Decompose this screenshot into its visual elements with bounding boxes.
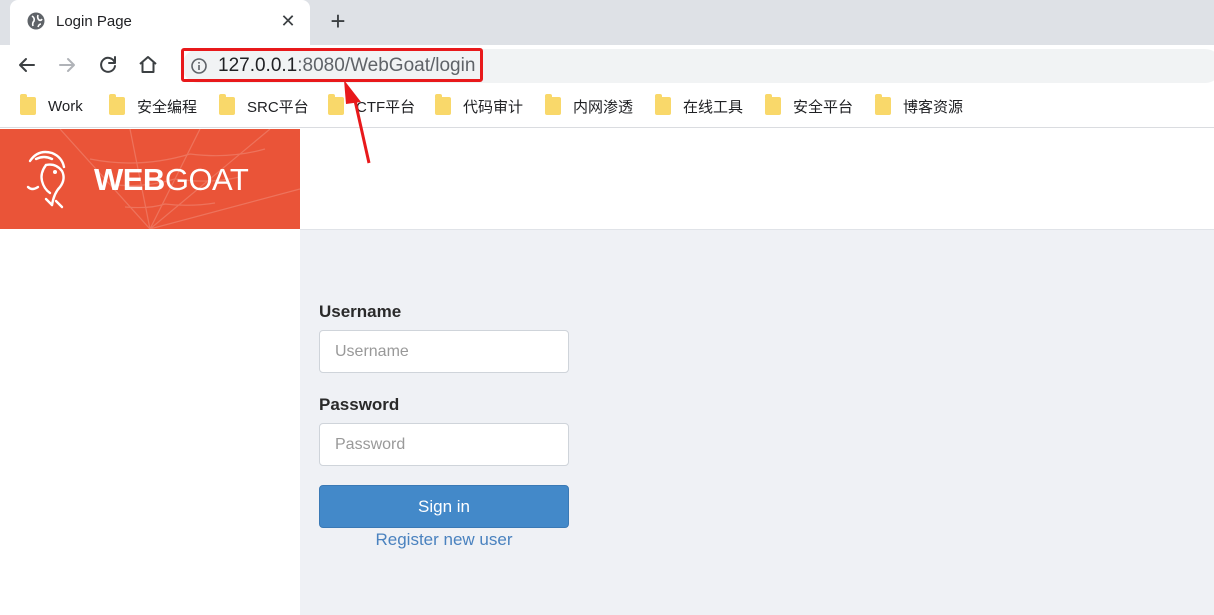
register-link[interactable]: Register new user (319, 530, 569, 550)
folder-icon (655, 94, 671, 115)
folder-icon (435, 94, 451, 115)
forward-arrow-icon[interactable] (55, 53, 79, 77)
back-arrow-icon[interactable] (15, 53, 39, 77)
folder-icon (219, 94, 235, 115)
password-input[interactable] (319, 423, 569, 466)
new-tab-button[interactable]: + (326, 8, 350, 36)
bookmark-label: 博客资源 (903, 98, 964, 116)
bookmark-online-tools[interactable]: 在线工具 (655, 94, 744, 117)
tab-title: Login Page (56, 13, 132, 30)
bookmark-label: 内网渗透 (573, 98, 634, 116)
url-highlight-box (181, 48, 483, 82)
folder-icon (328, 94, 344, 115)
tab-login-page[interactable]: Login Page ✕ (10, 0, 310, 45)
folder-icon (545, 94, 561, 115)
goat-logo-icon (26, 150, 66, 209)
browser-window: Login Page ✕ + 127.0.0.1:8080/WebGoat/lo… (0, 0, 1214, 615)
bookmark-label: SRC平台 (247, 98, 309, 116)
web-page: WEBGOAT Username Password Sign in Regist… (0, 129, 1214, 615)
folder-icon (875, 94, 891, 115)
bookmark-label: 安全平台 (793, 98, 854, 116)
home-icon[interactable] (136, 53, 160, 77)
reload-icon[interactable] (96, 53, 120, 77)
folder-icon (109, 94, 125, 115)
bookmarks-bar: Work 安全编程 SRC平台 CTF平台 代码审计 内网渗透 在线工具 安全平… (0, 85, 1214, 128)
bookmark-label: CTF平台 (356, 98, 416, 116)
folder-icon (765, 94, 781, 115)
username-input[interactable] (319, 330, 569, 373)
bookmark-src[interactable]: SRC平台 (219, 94, 309, 117)
bookmark-label: 安全编程 (137, 98, 198, 116)
bookmark-security-platform[interactable]: 安全平台 (765, 94, 854, 117)
tab-strip: Login Page ✕ + (0, 0, 1214, 45)
sign-in-button[interactable]: Sign in (319, 485, 569, 528)
login-panel: Username Password Sign in Register new u… (300, 229, 1214, 615)
bookmark-secure-coding[interactable]: 安全编程 (109, 94, 198, 117)
bookmark-work[interactable]: Work (20, 94, 83, 117)
globe-icon (27, 12, 45, 30)
close-icon[interactable]: ✕ (278, 11, 298, 31)
username-label: Username (319, 302, 402, 321)
bookmark-intranet[interactable]: 内网渗透 (545, 94, 634, 117)
bookmark-label: 代码审计 (463, 98, 524, 116)
bookmark-ctf[interactable]: CTF平台 (328, 94, 416, 117)
brand-web: WEB (94, 162, 165, 197)
bookmark-label: 在线工具 (683, 98, 744, 116)
password-label: Password (319, 395, 400, 414)
bookmark-label: Work (48, 97, 83, 115)
bookmark-code-audit[interactable]: 代码审计 (435, 94, 524, 117)
brand-wordmark: WEBGOAT (94, 162, 249, 198)
bookmark-blog[interactable]: 博客资源 (875, 94, 964, 117)
brand-goat: GOAT (164, 162, 249, 197)
folder-icon (20, 94, 36, 115)
webgoat-brand[interactable]: WEBGOAT (0, 129, 300, 229)
